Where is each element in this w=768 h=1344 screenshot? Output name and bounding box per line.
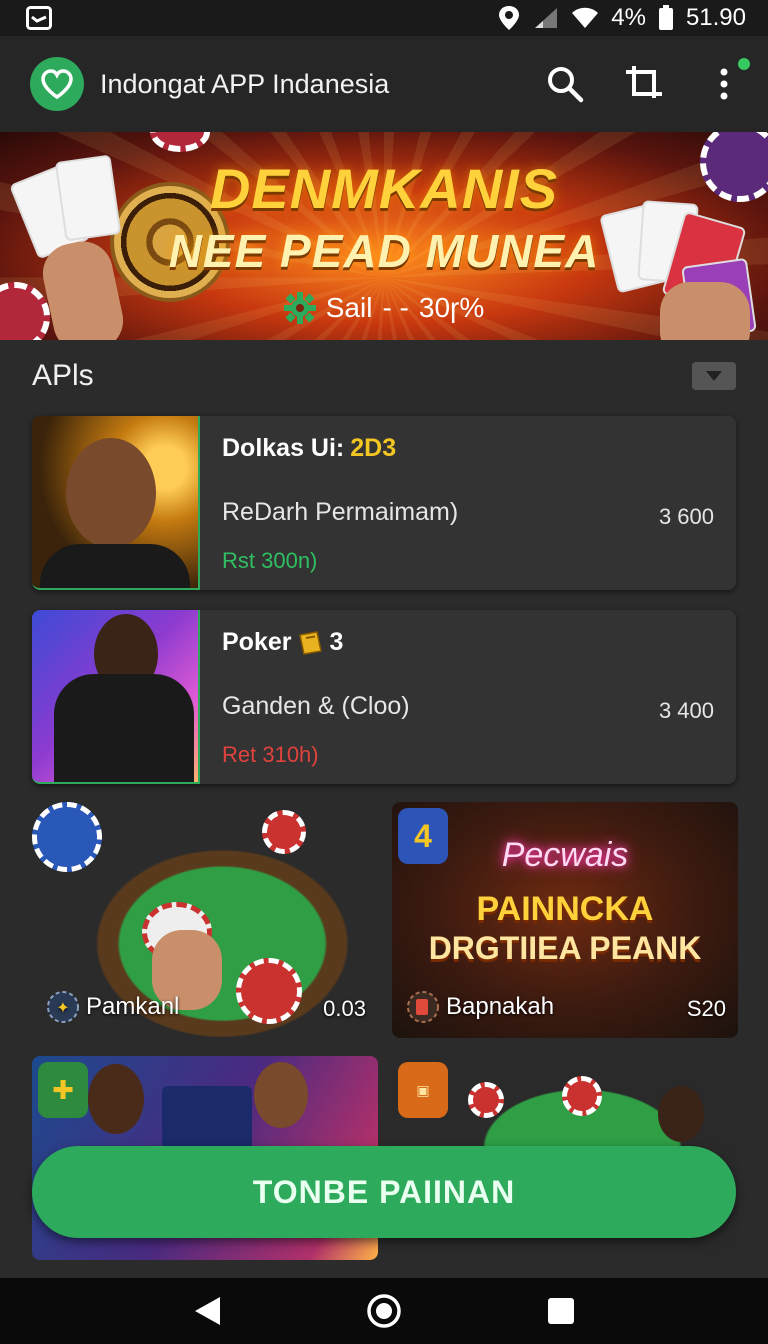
clock-time: 51.90	[685, 4, 746, 31]
card-count: 3 400	[658, 698, 714, 723]
chip-badge-icon: ✦	[46, 990, 80, 1024]
banner-sale-separator: - -	[382, 292, 409, 323]
person-head	[254, 1062, 308, 1128]
card-title-text: Poker	[222, 628, 292, 656]
ticket-icon	[297, 630, 323, 656]
card-title: Poker 3	[222, 628, 343, 657]
card-price: Rst 300n)	[222, 548, 318, 573]
banner-title: DENMKANIS	[209, 157, 559, 220]
card-price: Ret 310h)	[222, 742, 319, 767]
recents-icon[interactable]	[546, 1296, 576, 1326]
card-subtitle: ReDarh Permaimam)	[222, 498, 459, 526]
primary-cta-button[interactable]: TONBE PAIINAN	[32, 1146, 736, 1238]
game-tile[interactable]: 4 Pecwais PAINNCKA DRGTIIEA PEANK Bapnak…	[392, 802, 738, 1038]
person-head	[66, 438, 156, 548]
card-title-accent: 3	[329, 628, 344, 656]
poker-chip-decor	[562, 1076, 602, 1116]
wifi-icon	[571, 7, 599, 29]
battery-icon	[658, 5, 674, 31]
section-header: APls	[0, 340, 768, 412]
battery-percent: 4%	[611, 4, 646, 31]
system-nav-bar	[0, 1278, 768, 1344]
person-head	[88, 1064, 144, 1134]
section-title: APls	[32, 359, 94, 392]
person-head	[658, 1086, 704, 1142]
player-avatar-image	[32, 610, 200, 784]
banner-sale-value: 30ɼ%	[418, 292, 485, 323]
tile-sign-top: Pecwais	[501, 836, 629, 874]
banner-subtitle: NEE PEAD MUNEA	[168, 225, 600, 277]
tile-label-text: Pamkanl	[86, 993, 180, 1020]
poker-chip-decor	[32, 802, 102, 872]
banner-sale-line: Sail - - 30ɼ%	[0, 292, 768, 324]
crop-icon[interactable]	[624, 64, 664, 104]
back-icon[interactable]	[192, 1295, 222, 1327]
app-title: Indongat APP Indanesia	[100, 68, 390, 99]
card-badge-icon	[406, 990, 440, 1024]
tile-value: S20	[686, 996, 726, 1021]
poker-chip-decor	[468, 1082, 504, 1118]
list-item[interactable]: Dolkas Ui: 2D3 ReDarh Permaimam) Rst 300…	[32, 416, 736, 590]
tile-label-text: Bapnakah	[446, 993, 555, 1020]
more-menu-button[interactable]	[704, 58, 750, 104]
signal-icon	[533, 6, 559, 30]
tile-label: Bapnakah	[406, 990, 554, 1024]
poker-chip-decor	[262, 810, 306, 854]
tile-sign-bottom: DRGTIIEA PEANK	[428, 930, 702, 966]
gear-icon	[283, 292, 316, 324]
card-count: 3 600	[658, 504, 714, 529]
status-bar: 4% 51.90	[0, 0, 768, 36]
notification-icon	[26, 6, 52, 30]
location-icon	[497, 5, 521, 31]
heart-chat-icon	[40, 68, 74, 100]
search-icon[interactable]	[546, 65, 584, 103]
person-body	[40, 544, 190, 588]
more-vertical-icon	[719, 68, 729, 100]
list-item[interactable]: Poker 3 Ganden & (Cloo) Ret 310h) 3 400	[32, 610, 736, 784]
card-title: Dolkas Ui: 2D3	[222, 434, 396, 463]
tile-sign-middle: PAINNCKA	[476, 890, 654, 928]
poker-chip-decor	[236, 958, 302, 1024]
person-body	[54, 674, 194, 782]
player-avatar-image	[32, 416, 200, 590]
promo-banner[interactable]: DENMKANIS NEE PEAD MUNEA Sail - - 30ɼ%	[0, 132, 768, 340]
card-title-accent: 2D3	[350, 434, 397, 462]
game-tile[interactable]: ✦ Pamkanl 0.03	[32, 802, 378, 1038]
notification-dot	[738, 58, 750, 70]
svg-text:✦: ✦	[56, 998, 69, 1017]
card-subtitle: Ganden & (Cloo)	[222, 692, 410, 720]
app-logo[interactable]	[30, 57, 84, 111]
tile-value: 0.03	[323, 996, 366, 1021]
banner-sale-label: Sail	[325, 292, 373, 323]
chevron-down-icon	[705, 370, 723, 382]
section-dropdown-button[interactable]	[692, 362, 736, 390]
app-bar: Indongat APP Indanesia	[0, 36, 768, 132]
card-title-text: Dolkas Ui:	[222, 434, 345, 462]
tile-badge: ▣	[398, 1062, 448, 1118]
home-icon[interactable]	[366, 1293, 402, 1329]
tile-badge: ✚	[38, 1062, 88, 1118]
tile-label: ✦ Pamkanl	[46, 990, 179, 1024]
